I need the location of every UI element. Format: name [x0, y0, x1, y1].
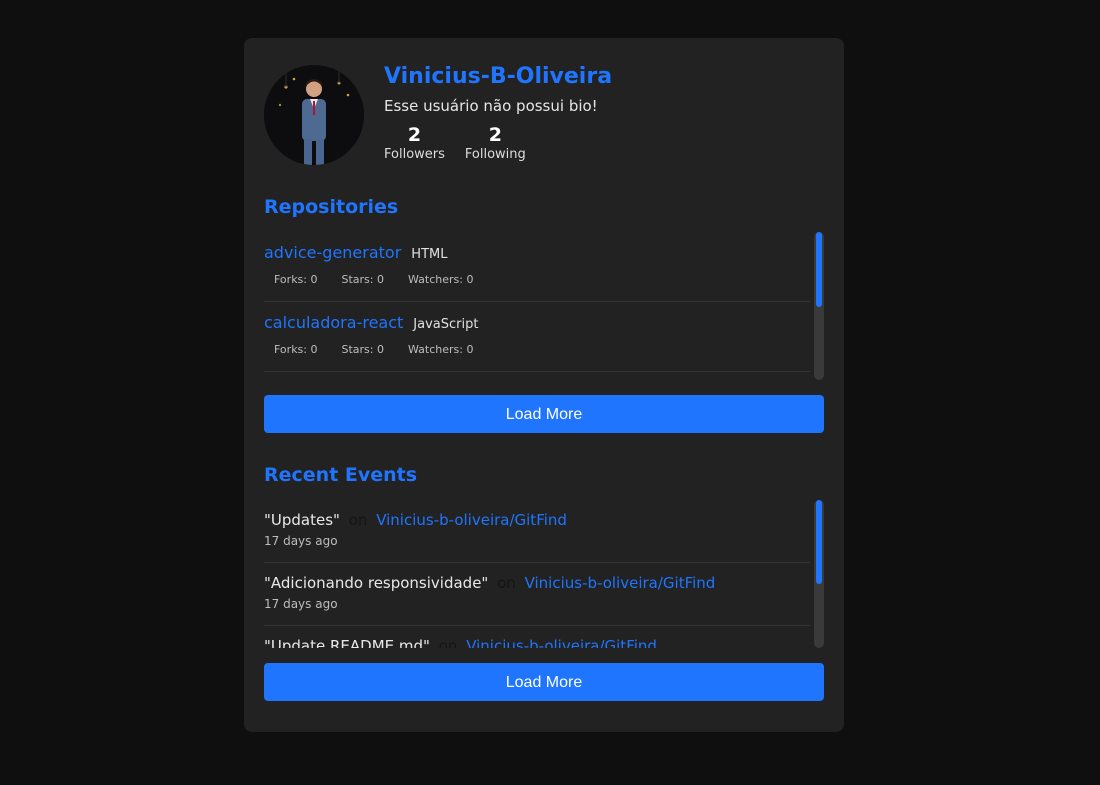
event-item: "Update README.md" on Vinicius-b-oliveir… [264, 626, 810, 648]
followers-label: Followers [384, 147, 445, 162]
event-list: "Updates" on Vinicius-b-oliveira/GitFind… [264, 500, 824, 648]
repository-watchers: Watchers: 0 [408, 273, 474, 286]
repositories-load-more-button[interactable]: Load More [264, 395, 824, 433]
username-link[interactable]: Vinicius-B-Oliveira [384, 64, 612, 90]
profile-stats: 2 Followers 2 Following [384, 123, 612, 163]
event-message: "Update README.md" [264, 637, 430, 648]
events-scroll-area[interactable]: "Updates" on Vinicius-b-oliveira/GitFind… [264, 500, 824, 648]
repository-stars: Stars: 0 [341, 273, 385, 286]
repositories-title: Repositories [264, 196, 399, 218]
event-time: 17 days ago [264, 597, 338, 611]
following-stat: 2 Following [465, 123, 526, 163]
event-connector: on [438, 637, 458, 648]
following-count: 2 [488, 124, 502, 146]
events-scroll-thumb[interactable] [816, 500, 822, 584]
event-repo-link[interactable]: Vinicius-b-oliveira/GitFind [376, 511, 567, 529]
events-load-more-button[interactable]: Load More [264, 663, 824, 701]
avatar [264, 65, 364, 165]
event-message: "Updates" [264, 511, 340, 529]
followers-count: 2 [407, 124, 422, 146]
event-repo-link[interactable]: Vinicius-b-oliveira/GitFind [525, 574, 716, 592]
repository-stats: Forks: 0 Stars: 0 Watchers: 0 [264, 343, 810, 356]
profile-card: Vinicius-B-Oliveira Esse usuário não pos… [244, 38, 844, 732]
followers-stat: 2 Followers [384, 123, 445, 163]
repository-stats: Forks: 0 Stars: 0 Watchers: 0 [264, 273, 810, 286]
repository-list: advice-generator HTML Forks: 0 Stars: 0 … [264, 232, 824, 380]
event-item: "Adicionando responsividade" on Vinicius… [264, 563, 810, 626]
event-time: 17 days ago [264, 534, 338, 548]
event-message: "Adicionando responsividade" [264, 574, 489, 592]
repositories-scroll-thumb[interactable] [816, 232, 822, 307]
following-label: Following [464, 147, 526, 162]
repository-language: HTML [411, 247, 448, 262]
repository-watchers: Watchers: 0 [408, 343, 474, 356]
repository-name-link[interactable]: calculadora-react [264, 313, 403, 333]
profile-header: Vinicius-B-Oliveira Esse usuário não pos… [264, 64, 824, 165]
event-item: "Updates" on Vinicius-b-oliveira/GitFind… [264, 500, 810, 563]
repository-forks: Forks: 0 [274, 273, 318, 286]
repositories-scroll-area[interactable]: advice-generator HTML Forks: 0 Stars: 0 … [264, 232, 824, 380]
recent-events-title: Recent Events [264, 464, 418, 486]
repository-stars: Stars: 0 [341, 343, 385, 356]
repository-item: calculadora-react JavaScript Forks: 0 St… [264, 302, 810, 372]
event-connector: on [497, 574, 516, 592]
repository-item: advice-generator HTML Forks: 0 Stars: 0 … [264, 232, 810, 302]
profile-info: Vinicius-B-Oliveira Esse usuário não pos… [384, 64, 612, 163]
repository-forks: Forks: 0 [274, 343, 318, 356]
repository-language: JavaScript [413, 317, 479, 332]
event-repo-link[interactable]: Vinicius-b-oliveira/GitFind [466, 637, 657, 648]
events-scrollbar[interactable] [814, 500, 824, 648]
user-bio: Esse usuário não possui bio! [384, 97, 598, 115]
event-connector: on [348, 511, 368, 529]
repositories-scrollbar[interactable] [814, 232, 824, 380]
repository-name-link[interactable]: advice-generator [264, 243, 401, 263]
